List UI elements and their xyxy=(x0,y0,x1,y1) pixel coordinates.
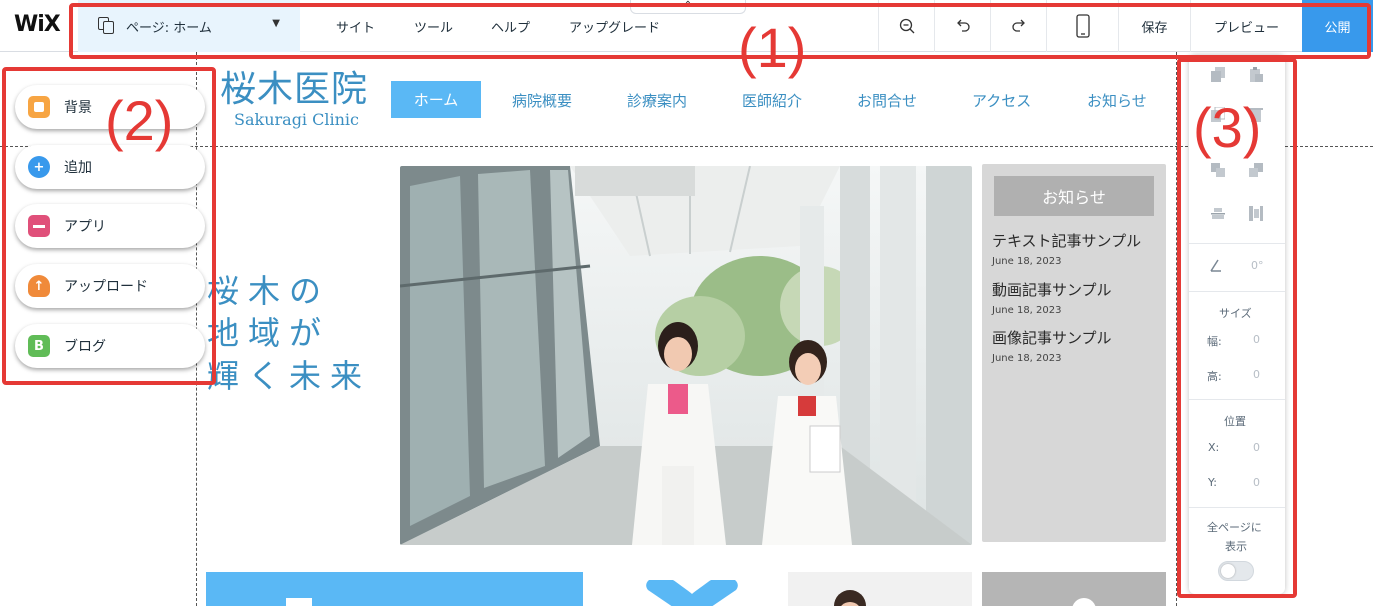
send-backward-icon[interactable] xyxy=(1249,163,1263,178)
chevron-down-icon: ▼ xyxy=(272,18,280,29)
distribute-icon[interactable] xyxy=(1249,206,1263,221)
size-section-title: サイズ xyxy=(1219,307,1252,320)
page-selector[interactable]: ページ: ホーム ▼ xyxy=(78,0,300,52)
inspector-divider xyxy=(1189,243,1285,244)
hero-text-line-3[interactable]: 輝く未来 xyxy=(207,351,371,397)
bottom-blue-block[interactable] xyxy=(206,572,583,606)
paste-icon[interactable] xyxy=(1249,67,1263,82)
bring-forward-icon[interactable] xyxy=(1211,163,1225,178)
redo-button[interactable] xyxy=(990,0,1046,52)
blog-label: ブログ xyxy=(64,339,106,355)
inspector-panel: 0° サイズ 幅: 0 高: 0 位置 X: 0 Y: 0 全ページに 表示 xyxy=(1189,55,1285,594)
wix-logo: WiX xyxy=(14,12,61,37)
bottom-block-icon xyxy=(286,598,312,606)
nav-item-home[interactable]: ホーム xyxy=(391,81,481,118)
hero-text-line-1[interactable]: 桜木の xyxy=(207,266,330,312)
rotation-value[interactable]: 0° xyxy=(1251,259,1264,272)
duplicate-icon[interactable] xyxy=(1211,107,1225,122)
add-button[interactable]: + 追加 xyxy=(15,145,205,189)
width-input[interactable]: 0 xyxy=(1253,333,1260,346)
x-label: X: xyxy=(1208,441,1220,454)
y-label: Y: xyxy=(1208,476,1217,489)
news-item-title[interactable]: テキスト記事サンプル xyxy=(992,230,1141,251)
editor-window: 桜木医院 Sakuragi Clinic ホーム 病院概要 診療案内 医師紹介 … xyxy=(0,0,1373,606)
menu-site[interactable]: サイト xyxy=(336,17,375,36)
gridline-right xyxy=(1176,52,1177,606)
news-item-title[interactable]: 画像記事サンプル xyxy=(992,327,1112,348)
nav-item-about[interactable]: 病院概要 xyxy=(512,90,572,111)
x-input[interactable]: 0 xyxy=(1253,441,1260,454)
menu-help[interactable]: ヘルプ xyxy=(491,17,530,36)
background-button[interactable]: 背景 xyxy=(15,85,205,129)
save-button[interactable]: 保存 xyxy=(1118,0,1190,52)
hero-image[interactable] xyxy=(400,166,972,545)
nav-item-contact[interactable]: お問合せ xyxy=(857,90,917,111)
show-all-pages-label-2: 表示 xyxy=(1225,540,1247,553)
menu-tools[interactable]: ツール xyxy=(414,17,453,36)
inspector-divider xyxy=(1189,399,1285,400)
header-divider-line xyxy=(0,146,1373,147)
blog-icon: B xyxy=(28,335,50,357)
undo-icon xyxy=(956,19,970,32)
bottom-gray-block[interactable] xyxy=(982,572,1166,606)
nav-item-access[interactable]: アクセス xyxy=(972,90,1031,111)
menu-upgrade[interactable]: アップグレード xyxy=(569,17,660,36)
nav-item-doctors[interactable]: 医師紹介 xyxy=(742,90,802,111)
add-label: 追加 xyxy=(64,160,92,176)
nav-item-services[interactable]: 診療案内 xyxy=(627,90,687,111)
position-section-title: 位置 xyxy=(1224,415,1246,428)
blog-button[interactable]: B ブログ xyxy=(15,324,205,368)
page-selector-label: ページ: ホーム xyxy=(126,20,212,36)
news-item-date: June 18, 2023 xyxy=(992,305,1062,316)
heart-shape-icon[interactable] xyxy=(640,580,744,606)
plus-icon: + xyxy=(28,156,50,178)
inspector-divider xyxy=(1189,507,1285,508)
height-input[interactable]: 0 xyxy=(1253,368,1260,381)
publish-button[interactable]: 公開 xyxy=(1302,0,1373,52)
width-label: 幅: xyxy=(1207,335,1222,348)
rotate-angle-icon xyxy=(1210,259,1221,272)
show-all-pages-toggle[interactable] xyxy=(1218,561,1254,581)
inspector-divider xyxy=(1189,291,1285,292)
zoom-out-icon xyxy=(899,18,914,34)
align-icon[interactable] xyxy=(1211,206,1225,221)
site-title[interactable]: 桜木医院 xyxy=(220,60,368,112)
news-item-title[interactable]: 動画記事サンプル xyxy=(992,279,1112,300)
copy-icon[interactable] xyxy=(1211,67,1225,82)
editor-top-bar: WiX ページ: ホーム ▼ サイト ツール ヘルプ アップグレード 保存 プレ… xyxy=(0,0,1373,52)
chevron-up-icon: ⌃ xyxy=(683,0,693,11)
show-all-pages-label: 全ページに xyxy=(1207,521,1262,534)
mobile-view-button[interactable] xyxy=(1046,0,1118,52)
news-item-date: June 18, 2023 xyxy=(992,353,1062,364)
undo-button[interactable] xyxy=(934,0,990,52)
trash-icon[interactable] xyxy=(1249,107,1263,122)
background-label: 背景 xyxy=(64,100,92,116)
apps-label: アプリ xyxy=(64,219,106,235)
upload-button[interactable]: ↑ アップロード xyxy=(15,264,205,308)
news-item-date: June 18, 2023 xyxy=(992,256,1062,267)
y-input[interactable]: 0 xyxy=(1253,476,1260,489)
store-icon xyxy=(28,215,50,237)
background-icon xyxy=(28,96,50,118)
preview-button[interactable]: プレビュー xyxy=(1190,0,1302,52)
upload-label: アップロード xyxy=(64,279,148,295)
mobile-phone-icon xyxy=(1075,14,1090,38)
site-subtitle[interactable]: Sakuragi Clinic xyxy=(234,110,359,129)
pages-icon xyxy=(98,17,116,35)
nav-item-news[interactable]: お知らせ xyxy=(1087,90,1147,111)
hero-text-line-2[interactable]: 地域が xyxy=(207,308,330,354)
redo-icon xyxy=(1011,19,1025,32)
apps-button[interactable]: アプリ xyxy=(15,204,205,248)
height-label: 高: xyxy=(1207,370,1222,383)
news-header-button[interactable]: お知らせ xyxy=(994,176,1154,216)
upload-cloud-icon: ↑ xyxy=(28,275,50,297)
news-panel[interactable]: お知らせ テキスト記事サンプル June 18, 2023 動画記事サンプル J… xyxy=(982,164,1166,542)
zoom-out-button[interactable] xyxy=(878,0,934,52)
bottom-photo-block[interactable] xyxy=(788,572,972,606)
collapse-toolbar-tab[interactable]: ⌃ xyxy=(630,0,746,14)
